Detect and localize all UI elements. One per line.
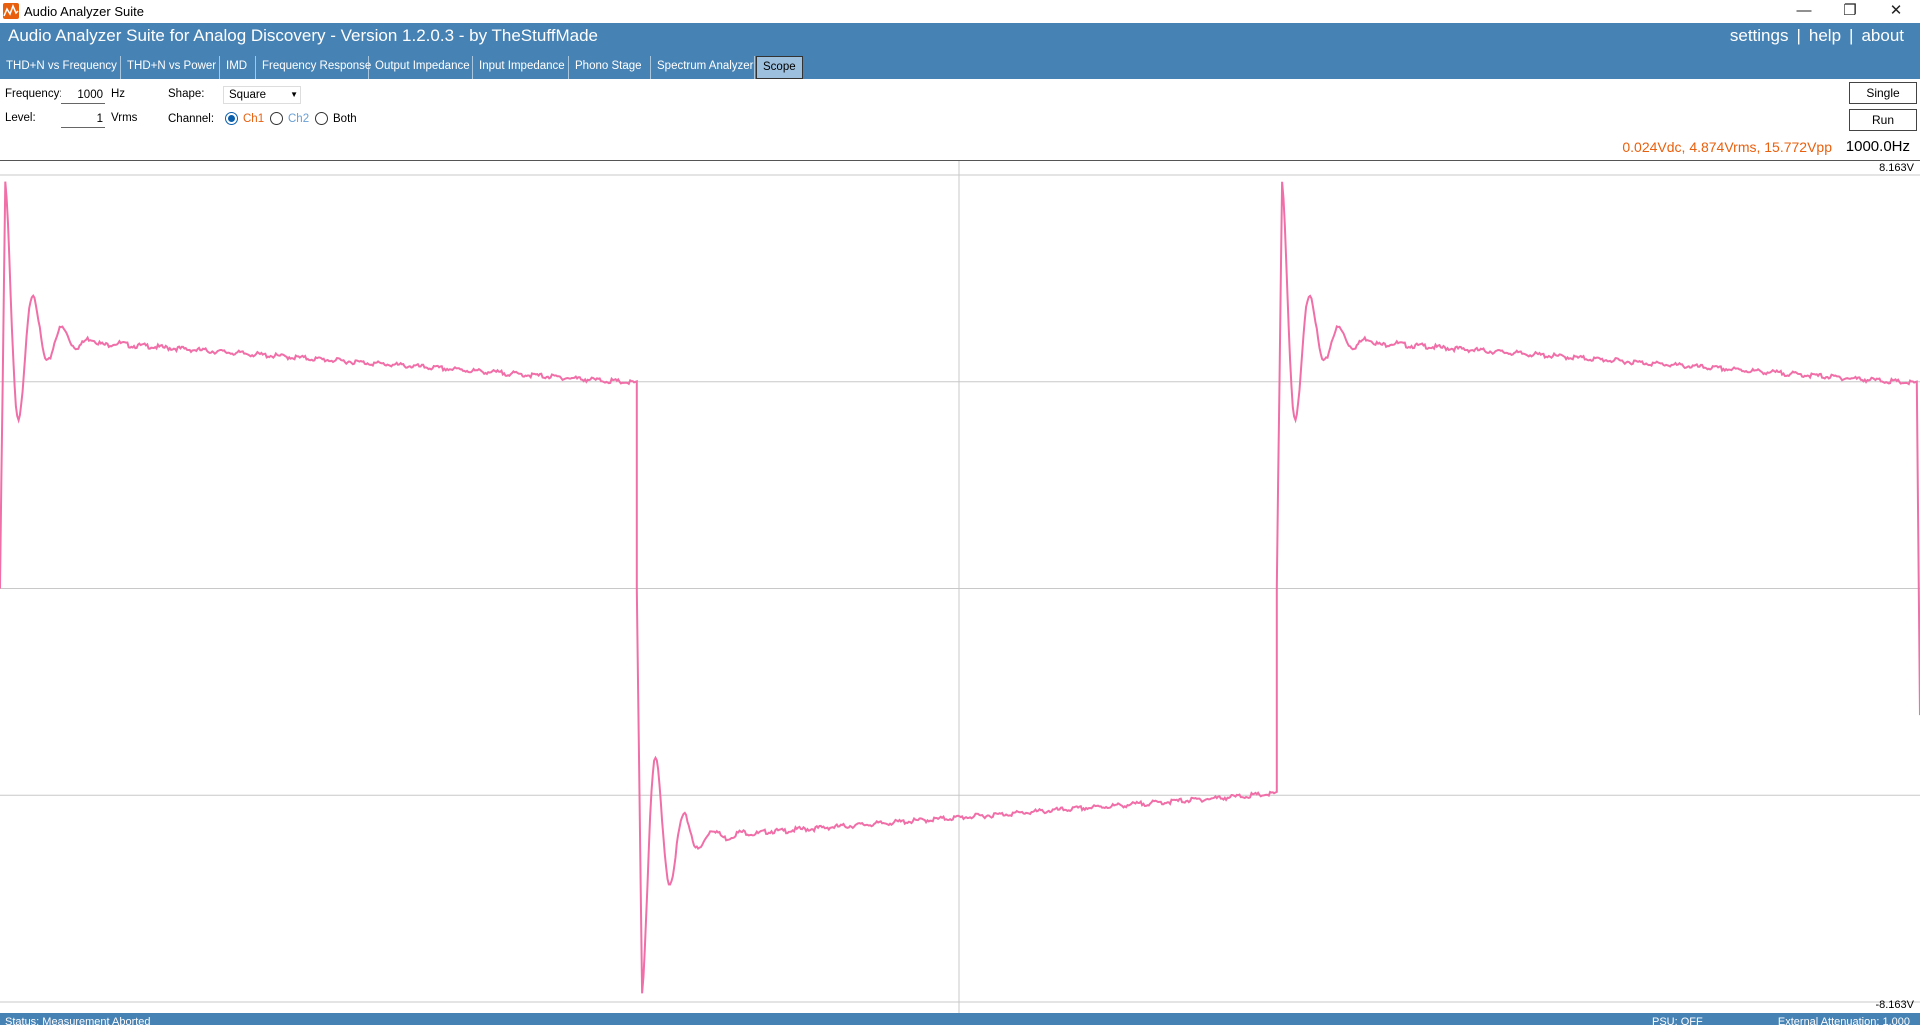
shape-select[interactable]: Square ▼	[223, 86, 301, 104]
level-input[interactable]	[61, 110, 105, 128]
minimize-button[interactable]: —	[1781, 0, 1827, 23]
about-link[interactable]: about	[1861, 26, 1904, 45]
tab-imd[interactable]: IMD	[220, 56, 256, 79]
both-label: Both	[333, 113, 357, 125]
channel-label: Channel:	[168, 113, 215, 125]
chevron-down-icon: ▼	[290, 90, 298, 99]
tab-thd-vs-frequency[interactable]: THD+N vs Frequency	[0, 56, 121, 79]
window-title: Audio Analyzer Suite	[24, 4, 144, 19]
restore-button[interactable]: ❐	[1827, 0, 1873, 23]
level-unit: Vrms	[111, 112, 138, 124]
level-label: Level:	[5, 112, 36, 124]
frequency-label: Frequency:	[5, 88, 63, 100]
tab-input-impedance[interactable]: Input Impedance	[473, 56, 569, 79]
frequency-unit: Hz	[111, 88, 126, 100]
controls-panel: Frequency: Hz Level: Vrms Shape: Square …	[0, 79, 1920, 160]
frequency-readout: 1000.0Hz	[1845, 138, 1910, 155]
tab-scope[interactable]: Scope	[756, 56, 803, 79]
run-button[interactable]: Run	[1849, 109, 1917, 131]
ch2-label: Ch2	[288, 113, 310, 125]
vmax-label: 8.163V	[1879, 162, 1914, 174]
app-heading: Audio Analyzer Suite for Analog Discover…	[8, 26, 598, 45]
measurement-readout: 0.024Vdc, 4.874Vrms, 15.772Vpp	[1622, 139, 1832, 155]
tab-output-impedance[interactable]: Output Impedance	[369, 56, 473, 79]
ch1-label: Ch1	[243, 113, 265, 125]
help-link[interactable]: help	[1809, 26, 1841, 45]
ch1-trace-line	[0, 181, 1920, 994]
link-separator: |	[1849, 26, 1854, 45]
window-titlebar: Audio Analyzer Suite — ❐ ✕	[0, 0, 1920, 23]
single-button[interactable]: Single	[1849, 82, 1917, 104]
shape-value: Square	[229, 89, 267, 101]
shape-label: Shape:	[168, 88, 205, 100]
psu-status: PSU: OFF	[1652, 1016, 1703, 1025]
top-links: settings | help | about	[1726, 26, 1908, 46]
tab-bar: THD+N vs Frequency THD+N vs Power IMD Fr…	[0, 53, 1920, 79]
tab-spectrum-analyzer[interactable]: Spectrum Analyzer	[651, 56, 755, 79]
app-icon	[3, 3, 19, 19]
external-attenuation: External Attenuation: 1.000	[1777, 1016, 1910, 1025]
scope-display[interactable]: 8.163V -8.163V	[0, 160, 1920, 1014]
status-bar: Status: Measurement Aborted PSU: OFF Ext…	[0, 1013, 1920, 1025]
status-text: Status: Measurement Aborted	[5, 1016, 151, 1025]
ch1-radio[interactable]	[225, 112, 238, 125]
both-radio[interactable]	[315, 112, 328, 125]
vmin-label: -8.163V	[1875, 999, 1914, 1011]
settings-link[interactable]: settings	[1730, 26, 1789, 45]
tab-frequency-response[interactable]: Frequency Response	[256, 56, 371, 79]
frequency-input[interactable]	[61, 86, 105, 104]
tab-thd-vs-power[interactable]: THD+N vs Power	[121, 56, 220, 79]
scope-plot	[0, 161, 1920, 1014]
ch2-radio[interactable]	[270, 112, 283, 125]
close-button[interactable]: ✕	[1873, 0, 1919, 23]
tab-phono-stage[interactable]: Phono Stage	[569, 56, 651, 79]
link-separator: |	[1796, 26, 1801, 45]
app-header: Audio Analyzer Suite for Analog Discover…	[0, 23, 1920, 53]
